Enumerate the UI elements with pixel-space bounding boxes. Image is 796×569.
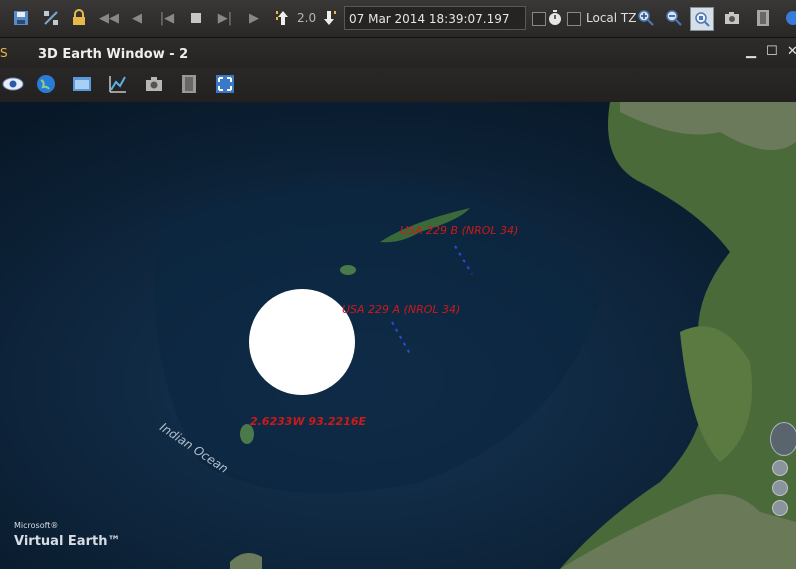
lock-icon[interactable] <box>68 7 90 29</box>
eye-icon[interactable] <box>0 72 26 96</box>
satellite-label-b[interactable]: USA 229 B (NROL 34) <box>400 224 518 237</box>
realtime-icon[interactable] <box>544 7 566 29</box>
compass-control[interactable] <box>770 422 796 456</box>
minimize-button[interactable]: ▁ <box>746 44 756 59</box>
snapshot-icon[interactable] <box>721 7 743 29</box>
step-forward-icon[interactable]: ▶| <box>214 7 236 29</box>
zoom-in-icon[interactable] <box>635 7 657 29</box>
tilt-control[interactable] <box>772 500 788 516</box>
rewind-icon[interactable]: ◀◀ <box>98 7 120 29</box>
satellite-tool-icon[interactable] <box>40 7 62 29</box>
logo-virtual-earth: Virtual Earth™ <box>14 534 121 549</box>
zoom-out-control[interactable] <box>772 480 788 496</box>
play-icon[interactable]: ▶ <box>243 7 265 29</box>
film-icon[interactable] <box>176 72 202 96</box>
time-input[interactable]: 07 Mar 2014 18:39:07.197 UTC <box>344 6 526 50</box>
camera-icon[interactable] <box>141 72 167 96</box>
zoom-out-icon[interactable] <box>663 7 685 29</box>
window-title: 3D Earth Window - 2 <box>38 47 189 62</box>
map-background <box>0 102 796 569</box>
increase-speed-icon[interactable] <box>272 7 294 29</box>
decrease-speed-icon[interactable] <box>318 7 340 29</box>
virtual-earth-logo: Microsoft® Virtual Earth™ <box>14 521 120 549</box>
globe-icon[interactable] <box>33 72 59 96</box>
step-back-icon[interactable]: ◀ <box>126 7 148 29</box>
reset-icon[interactable]: |◀ <box>156 7 178 29</box>
zoom-to-icon[interactable] <box>690 7 714 31</box>
film-icon[interactable] <box>752 7 774 29</box>
fullscreen-icon[interactable] <box>212 72 238 96</box>
speed-value: 2.0 <box>297 11 317 25</box>
folder-icon[interactable] <box>69 72 95 96</box>
local-tz-checkbox[interactable] <box>567 12 581 26</box>
stop-icon[interactable] <box>185 7 207 29</box>
local-tz-label: Local TZ <box>586 11 637 25</box>
globe-icon[interactable] <box>782 7 796 29</box>
earth-3d-view[interactable]: Indian Ocean USA 229 B (NROL 34) USA 229… <box>0 102 796 569</box>
save-icon[interactable] <box>10 7 32 29</box>
zoom-in-control[interactable] <box>772 460 788 476</box>
app-icon: S <box>0 46 8 60</box>
maximize-button[interactable]: ☐ <box>766 44 778 59</box>
close-button[interactable]: ✕ <box>787 44 796 59</box>
coordinate-readout: 2.6233W 93.2216E <box>250 415 367 428</box>
chart-icon[interactable] <box>105 72 131 96</box>
satellite-label-a[interactable]: USA 229 A (NROL 34) <box>342 303 460 316</box>
logo-microsoft: Microsoft® <box>14 521 59 530</box>
main-toolbar: ◀◀ ◀ |◀ ▶| ▶ 2.0 07 Mar 2014 18:39:07.19… <box>0 0 796 50</box>
